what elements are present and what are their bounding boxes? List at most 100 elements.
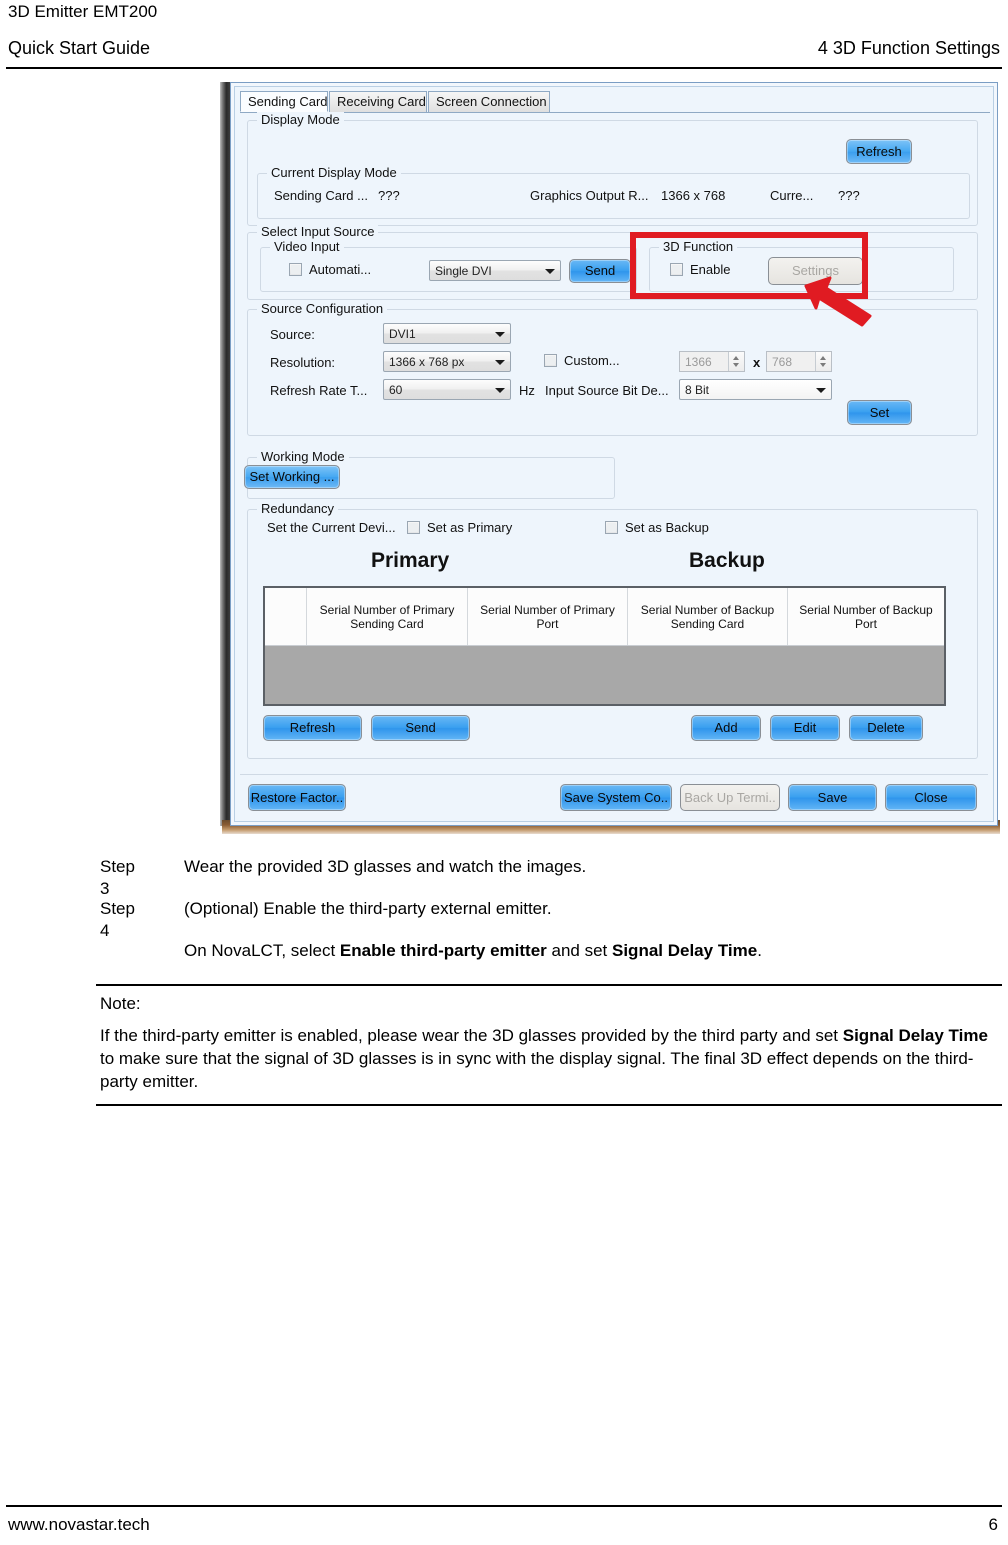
sending-card-value: ???: [378, 188, 400, 203]
custom-height-stepper[interactable]: 768: [766, 351, 832, 372]
set-as-primary-label: Set as Primary: [427, 520, 513, 535]
tab-screen-connection-label: Screen Connection: [436, 94, 547, 109]
chevron-down-icon: [495, 388, 505, 393]
redundancy-refresh-button[interactable]: Refresh: [263, 715, 362, 741]
custom-width-value: 1366: [685, 355, 712, 369]
backup-terminal-button[interactable]: Back Up Termi..: [680, 784, 780, 811]
save-label: Save: [817, 790, 848, 805]
bit-depth-combo[interactable]: 8 Bit: [679, 379, 832, 400]
refresh-rate-value: 60: [389, 383, 403, 397]
step-4-detail-suffix: .: [757, 941, 762, 960]
source-configuration-group: Source Configuration Source: DVI1 Resolu…: [247, 301, 978, 436]
three-d-function-title: 3D Function: [659, 239, 738, 254]
step-3-key: Step 3: [100, 857, 135, 898]
step-3-text: Wear the provided 3D glasses and watch t…: [184, 857, 587, 876]
bit-depth-value: 8 Bit: [685, 383, 710, 397]
tab-sending-card-label: Sending Card: [248, 94, 328, 109]
set-source-label: Set: [869, 405, 890, 420]
redundancy-edit-button[interactable]: Edit: [770, 715, 840, 741]
step-4-detail-middle: and set: [546, 941, 612, 960]
redundancy-delete-button[interactable]: Delete: [849, 715, 923, 741]
note-bottom-rule: [96, 1104, 1002, 1106]
header-divider: [6, 67, 1002, 69]
refresh-rate-combo[interactable]: 60: [383, 379, 511, 400]
tab-receiving-card-label: Receiving Card: [337, 94, 426, 109]
chevron-down-icon: [495, 360, 505, 365]
set-as-backup-label: Set as Backup: [625, 520, 709, 535]
graphics-output-value: 1366 x 768: [661, 188, 726, 203]
set-working-mode-label: Set Working ...: [249, 469, 335, 484]
automatic-checkbox[interactable]: [289, 263, 302, 276]
set-as-backup-checkbox[interactable]: [605, 521, 618, 534]
step-4-detail-prefix: On NovaLCT, select: [184, 941, 340, 960]
table-column-backup-sending-card: Serial Number of Backup Sending Card: [628, 588, 788, 645]
product-title: 3D Emitter EMT200: [8, 2, 158, 21]
video-input-source-value: Single DVI: [435, 264, 492, 278]
current-display-mode-group: Current Display Mode Sending Card ... ??…: [257, 165, 970, 219]
close-button[interactable]: Close: [885, 784, 977, 811]
refresh-display-mode-label: Refresh: [856, 144, 902, 159]
save-system-config-button[interactable]: Save System Co..: [560, 784, 672, 811]
redundancy-table-body[interactable]: [265, 646, 944, 704]
table-column-backup-port: Serial Number of Backup Port: [799, 602, 933, 631]
redundancy-table-header: Serial Number of Primary Sending Card Se…: [265, 588, 944, 646]
graphics-output-label: Graphics Output R...: [530, 188, 649, 203]
tab-sending-card[interactable]: Sending Card: [240, 91, 328, 112]
save-system-config-label: Save System Co..: [563, 790, 669, 805]
set-current-device-label: Set the Current Devi...: [267, 520, 396, 535]
custom-width-stepper[interactable]: 1366: [679, 351, 745, 372]
tab-receiving-card[interactable]: Receiving Card: [329, 91, 427, 112]
refresh-display-mode-button[interactable]: Refresh: [846, 139, 912, 164]
custom-resolution-label: Custom...: [564, 353, 620, 368]
redundancy-add-button[interactable]: Add: [691, 715, 761, 741]
stepper-arrows-icon[interactable]: [815, 352, 831, 371]
refresh-rate-label: Refresh Rate T...: [270, 383, 368, 398]
working-mode-group: Working Mode Set Working ...: [244, 449, 615, 499]
send-video-input-button[interactable]: Send: [569, 259, 631, 283]
step-4-key: Step 4: [100, 899, 135, 940]
resolution-value: 1366 x 768 px: [389, 355, 465, 369]
novalct-screenshot-figure: Sending Card Receiving Card Screen Conne…: [220, 82, 1002, 838]
redundancy-title: Redundancy: [257, 501, 338, 516]
set-source-button[interactable]: Set: [847, 400, 912, 425]
three-d-enable-label: Enable: [690, 262, 731, 277]
redundancy-add-label: Add: [714, 720, 738, 735]
select-input-source-group: Select Input Source Video Input Automati…: [247, 224, 978, 300]
save-button[interactable]: Save: [788, 784, 877, 811]
source-combo[interactable]: DVI1: [383, 323, 511, 344]
redundancy-send-button[interactable]: Send: [371, 715, 470, 741]
window-client-area: Sending Card Receiving Card Screen Conne…: [234, 86, 994, 822]
footer-url: www.novastar.tech: [8, 1515, 150, 1534]
stepper-arrows-icon[interactable]: [728, 352, 744, 371]
video-input-group: Video Input Automati... Single DVI Send: [260, 239, 637, 292]
resolution-label: Resolution:: [270, 355, 336, 370]
custom-resolution-checkbox[interactable]: [544, 354, 557, 367]
bit-depth-label: Input Source Bit De...: [545, 383, 669, 398]
three-d-settings-button[interactable]: Settings: [768, 257, 863, 285]
restore-factory-label: Restore Factor..: [250, 790, 344, 805]
three-d-enable-checkbox[interactable]: [670, 263, 683, 276]
primary-heading: Primary: [371, 549, 450, 572]
backup-terminal-label: Back Up Termi..: [684, 790, 776, 805]
chevron-down-icon: [495, 332, 505, 337]
set-working-mode-button[interactable]: Set Working ...: [244, 465, 340, 489]
hz-label: Hz: [519, 383, 535, 398]
set-as-primary-checkbox[interactable]: [407, 521, 420, 534]
chapter-title: 4 3D Function Settings: [817, 38, 1000, 58]
redundancy-table[interactable]: Serial Number of Primary Sending Card Se…: [263, 586, 946, 706]
current-rate-value: ???: [838, 188, 860, 203]
custom-size-separator: x: [753, 355, 761, 370]
video-input-source-combo[interactable]: Single DVI: [429, 260, 561, 281]
note-title: Note:: [100, 994, 141, 1013]
note-bold-term: Signal Delay Time: [842, 1026, 988, 1045]
chevron-down-icon: [816, 388, 826, 393]
guide-title: Quick Start Guide: [8, 38, 151, 58]
novalct-window: Sending Card Receiving Card Screen Conne…: [230, 82, 998, 826]
current-display-mode-title: Current Display Mode: [267, 165, 401, 180]
restore-factory-button[interactable]: Restore Factor..: [248, 784, 346, 811]
three-d-function-group: 3D Function Enable Settings: [649, 239, 954, 292]
resolution-combo[interactable]: 1366 x 768 px: [383, 351, 511, 372]
tab-screen-connection[interactable]: Screen Connection: [428, 91, 550, 112]
footer-divider: [6, 1505, 1002, 1507]
table-column-primary-port: Serial Number of Primary Port: [468, 588, 628, 645]
